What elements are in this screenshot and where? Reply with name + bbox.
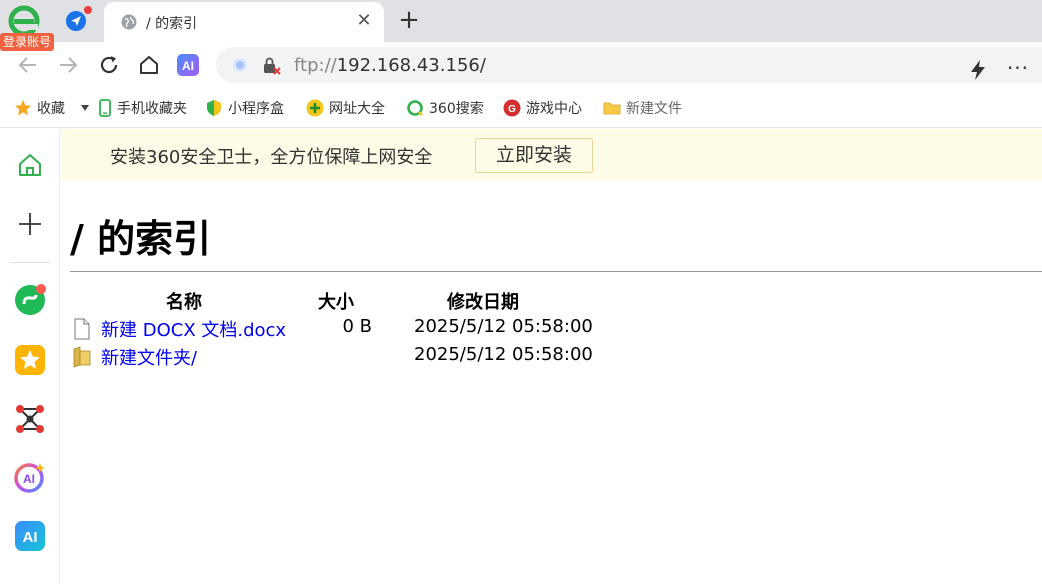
url-host: 192.168.43.156/ [336, 55, 486, 76]
bookmark-360-search[interactable]: 360搜索 [406, 98, 484, 118]
bookmarks-bar: 收藏 手机收藏夹 小程序盒 网址大全 360搜索 G 游戏中心 新建文件 [0, 88, 1042, 128]
bookmark-web-directory[interactable]: 网址大全 [306, 98, 385, 118]
site-info-icon[interactable] [232, 57, 248, 73]
favorites-star-icon[interactable] [14, 344, 46, 376]
bookmark-label: 收藏 [37, 101, 65, 117]
bookmark-dropdown[interactable] [80, 98, 90, 118]
file-icon [74, 318, 90, 340]
mind-map-icon[interactable] [14, 403, 46, 435]
url-scheme: ftp:// [294, 55, 337, 76]
lightning-icon[interactable] [968, 59, 988, 81]
home-icon[interactable] [14, 149, 46, 181]
address-bar[interactable]: ftp://192.168.43.156/ ··· [216, 47, 1042, 83]
close-tab-icon[interactable]: ✕ [354, 11, 374, 31]
install-banner: 安装360安全卫士，全方位保障上网安全 立即安装 [61, 129, 1042, 180]
shield-icon [207, 100, 221, 116]
notification-dot [84, 6, 92, 14]
bookmark-label: 360搜索 [429, 101, 484, 117]
more-menu-icon[interactable]: ··· [1006, 57, 1030, 81]
install-now-button[interactable]: 立即安装 [475, 138, 593, 173]
page-title: / 的索引 [70, 217, 212, 261]
plus-circle-icon [306, 99, 324, 117]
table-row: 新建文件夹/ 2025/5/12 05:58:00 [72, 344, 672, 372]
sidebar: AI AI [0, 129, 60, 584]
bookmark-label: 网址大全 [329, 101, 385, 117]
phone-icon [99, 99, 111, 117]
bookmark-mini-program[interactable]: 小程序盒 [205, 98, 289, 118]
bookmark-label: 手机收藏夹 [117, 101, 187, 117]
caret-down-icon [81, 105, 89, 111]
star-icon [15, 100, 31, 116]
file-link[interactable]: 新建 DOCX 文档.docx [101, 316, 286, 342]
game-center-icon: G [503, 99, 521, 117]
table-row: 新建 DOCX 文档.docx 0 B 2025/5/12 05:58:00 [72, 316, 672, 344]
tab-index[interactable]: / 的索引 ✕ [104, 2, 384, 42]
file-size: 0 B [342, 316, 372, 337]
tab-title: / 的索引 [146, 16, 198, 32]
bookmark-label: 新建文件 [626, 101, 682, 117]
login-account-badge[interactable]: 登录账号 [0, 33, 55, 51]
back-arrow-icon[interactable] [16, 53, 40, 77]
search-360-icon [407, 100, 423, 116]
folder-icon [603, 102, 621, 115]
refresh-icon[interactable] [97, 53, 121, 77]
bookmark-label: 游戏中心 [526, 101, 582, 117]
bookmark-label: 小程序盒 [228, 101, 284, 117]
new-tab-button[interactable]: + [396, 6, 422, 34]
mini-program-icon[interactable] [14, 284, 46, 316]
globe-icon [121, 14, 137, 30]
column-header-date[interactable]: 修改日期 [447, 288, 519, 314]
home-icon[interactable] [137, 53, 161, 77]
bookmark-favorites[interactable]: 收藏 [14, 98, 65, 118]
file-date: 2025/5/12 05:58:00 [414, 344, 593, 365]
bookmark-game-center[interactable]: G 游戏中心 [503, 98, 582, 118]
column-header-name[interactable]: 名称 [166, 288, 202, 314]
ai-assistant-icon[interactable]: AI [176, 53, 200, 77]
tab-strip: 登录账号 / 的索引 ✕ + [0, 0, 1042, 51]
sidebar-divider [10, 262, 50, 263]
ai-writing-icon[interactable]: AI [14, 520, 46, 552]
bookmark-new-folder[interactable]: 新建文件 [603, 98, 689, 118]
svg-text:AI: AI [23, 529, 38, 546]
file-date: 2025/5/12 05:58:00 [414, 316, 593, 337]
toolbar: AI ftp://192.168.43.156/ ··· [0, 42, 1042, 88]
svg-text:G: G [508, 104, 516, 115]
banner-text: 安装360安全卫士，全方位保障上网安全 [110, 147, 433, 168]
title-divider [70, 271, 1042, 272]
insecure-lock-icon[interactable] [262, 56, 282, 76]
url-text[interactable]: ftp://192.168.43.156/ [294, 55, 486, 76]
ai-chat-icon[interactable]: AI [14, 461, 46, 493]
bookmark-mobile-favorites[interactable]: 手机收藏夹 [98, 98, 187, 118]
folder-link[interactable]: 新建文件夹/ [101, 344, 197, 370]
folder-icon [73, 346, 91, 368]
column-header-size[interactable]: 大小 [318, 288, 354, 314]
forward-arrow-icon[interactable] [56, 53, 80, 77]
svg-text:AI: AI [23, 472, 35, 486]
add-icon[interactable] [14, 208, 46, 240]
svg-text:AI: AI [182, 59, 194, 73]
